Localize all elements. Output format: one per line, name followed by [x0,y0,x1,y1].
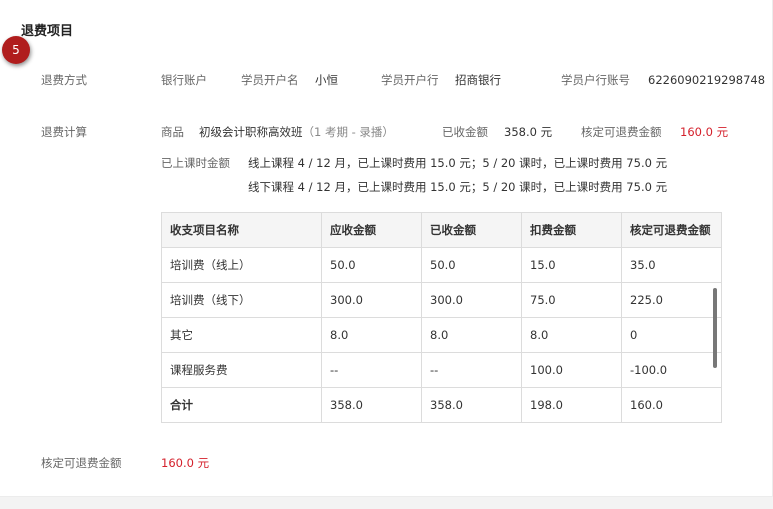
approved-refund-label: 核定可退费金额 [581,125,662,139]
table-row: 其它 8.0 8.0 8.0 0 [161,317,722,353]
table-header: 收支项目名称 [161,212,322,248]
approved-refund-value: 160.0 元 [680,125,729,139]
product-name: 初级会计职称高效班（1 考期 - 录播） [199,125,394,139]
offline-course-line: 线下课程 4 / 12 月，已上课时费用 15.0 元；5 / 20 课时，已上… [248,180,668,194]
table-header: 应收金额 [321,212,422,248]
product-detail: （1 考期 - 录播） [302,125,394,139]
table-row: 培训费（线上） 50.0 50.0 15.0 35.0 [161,247,722,283]
table-header: 已收金额 [421,212,522,248]
table-cell: -- [321,352,422,388]
table-row: 课程服务费 -- -- 100.0 -100.0 [161,352,722,388]
table-cell: 50.0 [321,247,422,283]
table-header-row: 收支项目名称 应收金额 已收金额 扣费金额 核定可退费金额 [161,212,722,248]
table-header: 扣费金额 [521,212,622,248]
refund-method-value: 银行账户 [161,73,207,87]
summary-refund-label: 核定可退费金额 [41,456,122,470]
table-cell: -- [421,352,522,388]
table-cell: 300.0 [421,282,522,318]
bank-value: 招商银行 [455,73,501,87]
table-cell: 合计 [161,387,322,423]
refund-calc-label: 退费计算 [41,125,87,139]
account-number-label: 学员户行账号 [561,73,630,87]
table-cell: 8.0 [521,317,622,353]
table-cell: 160.0 [621,387,722,423]
table-cell: 8.0 [421,317,522,353]
account-number-value: 6226090219298748 [648,73,766,87]
table-scrollbar[interactable] [713,288,717,368]
received-amount-label: 已收金额 [442,125,488,139]
step-badge: 5 [2,36,30,64]
product-label: 商品 [161,125,184,139]
table-cell: -100.0 [621,352,722,388]
summary-refund-value: 160.0 元 [161,456,210,470]
table-cell: 8.0 [321,317,422,353]
table-cell: 其它 [161,317,322,353]
table-total-row: 合计 358.0 358.0 198.0 160.0 [161,387,722,423]
table-header: 核定可退费金额 [621,212,722,248]
table-cell: 358.0 [321,387,422,423]
refund-items-panel: 退费项目 5 退费方式 银行账户 学员开户名 小恒 学员开户行 招商银行 学员户… [0,0,773,497]
table-cell: 35.0 [621,247,722,283]
table-cell: 培训费（线下） [161,282,322,318]
table-cell: 358.0 [421,387,522,423]
refund-method-label: 退费方式 [41,73,87,87]
account-holder-value: 小恒 [315,73,338,87]
table-row: 培训费（线下） 300.0 300.0 75.0 225.0 [161,282,722,318]
table-cell: 0 [621,317,722,353]
fee-table: 收支项目名称 应收金额 已收金额 扣费金额 核定可退费金额 培训费（线上） 50… [161,212,722,423]
account-holder-label: 学员开户名 [241,73,299,87]
online-course-line: 线上课程 4 / 12 月，已上课时费用 15.0 元；5 / 20 课时，已上… [248,156,668,170]
table-cell: 75.0 [521,282,622,318]
table-cell: 15.0 [521,247,622,283]
table-cell: 300.0 [321,282,422,318]
table-cell: 225.0 [621,282,722,318]
table-cell: 课程服务费 [161,352,322,388]
table-cell: 198.0 [521,387,622,423]
attended-amount-label: 已上课时金额 [161,156,230,170]
received-amount-value: 358.0 元 [504,125,553,139]
section-title: 退费项目 [21,24,74,39]
table-cell: 培训费（线上） [161,247,322,283]
bank-label: 学员开户行 [381,73,439,87]
table-cell: 50.0 [421,247,522,283]
table-cell: 100.0 [521,352,622,388]
